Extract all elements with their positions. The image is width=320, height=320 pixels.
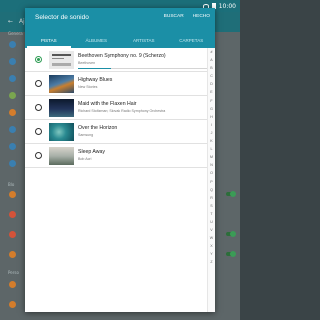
background-toggle [226,190,236,197]
track-item[interactable]: Maid with the Flaxen Hair Richard Stoltz… [25,96,207,120]
radio-selected-icon[interactable] [35,56,42,63]
back-arrow-icon: ← [8,18,14,25]
index-letter[interactable]: J [208,129,215,137]
index-letter[interactable]: Y [208,250,215,258]
done-button[interactable]: HECHO [193,14,210,19]
track-title: Maid with the Flaxen Hair [78,101,137,107]
tab-bar: PISTAS ÁLBUMES ARTISTAS CARPETAS [25,34,215,48]
track-list: Beethoven Symphony no. 9 (Scherzo) Beeth… [25,48,208,312]
status-time: 10:00 [218,2,236,10]
track-title: Beethoven Symphony no. 9 (Scherzo) [78,53,166,59]
dialog-title: Selector de sonido [35,14,89,21]
background-row-icon [9,109,16,116]
index-letter[interactable]: B [208,64,215,72]
background-section-header: Blo [8,182,15,187]
index-letter[interactable]: G [208,105,215,113]
index-letter[interactable]: D [208,80,215,88]
index-letter[interactable]: X [208,242,215,250]
index-letter[interactable]: Z [208,258,215,266]
index-letter[interactable]: H [208,113,215,121]
index-letter[interactable]: U [208,218,215,226]
index-letter[interactable]: T [208,210,215,218]
track-item[interactable]: Beethoven Symphony no. 9 (Scherzo) Beeth… [25,48,208,72]
index-letter[interactable]: C [208,72,215,80]
index-letter[interactable]: S [208,202,215,210]
track-artist: Bob Acri [78,157,92,161]
album-art-thumbnail [49,123,74,141]
album-art-thumbnail [49,75,74,93]
track-item[interactable]: Highway Blues New Stories [25,72,207,96]
background-row-icon [9,191,16,198]
background-row-icon [9,160,16,167]
index-letter[interactable]: N [208,161,215,169]
album-art-thumbnail [49,99,74,117]
playback-progress-bar [78,68,208,69]
index-letter[interactable]: K [208,137,215,145]
track-item[interactable]: Sleep Away Bob Acri [25,144,207,168]
background-row-icon [9,58,16,65]
background-toggle [226,230,236,237]
background-row-icon [9,75,16,82]
tab-albums[interactable]: ÁLBUMES [73,34,121,48]
dialog-actions: BUSCAR HECHO [164,14,210,19]
search-button[interactable]: BUSCAR [164,14,184,19]
album-art-thumbnail [49,147,74,165]
radio-unselected-icon[interactable] [35,152,42,159]
index-letter[interactable]: W [208,234,215,242]
background-toggle [226,250,236,257]
index-letter[interactable]: O [208,169,215,177]
index-letter[interactable]: P [208,178,215,186]
track-title: Over the Horizon [78,125,118,131]
tab-artists[interactable]: ARTISTAS [120,34,168,48]
background-row-icon [9,41,16,48]
background-row-icon [9,301,16,308]
alphabet-index-scroller[interactable]: # A B C D E F G H I J K L M N O P Q R S T U V W X Y Z [207,48,215,312]
sound-picker-dialog: Selector de sonido BUSCAR HECHO PISTAS Á… [25,8,215,312]
track-title: Highway Blues [78,77,113,83]
background-row-icon [9,143,16,150]
index-letter[interactable]: F [208,97,215,105]
background-row-icon [9,126,16,133]
index-letter[interactable]: V [208,226,215,234]
tab-folders[interactable]: CARPETAS [168,34,216,48]
album-art-thumbnail [49,51,74,69]
track-artist: Samsung [78,133,94,137]
track-artist: Beethoven [78,61,96,65]
dialog-header: Selector de sonido BUSCAR HECHO PISTAS Á… [25,8,215,48]
background-row-icon [9,231,16,238]
background-row-icon [9,281,16,288]
track-title: Sleep Away [78,149,106,155]
background-row-icon [9,251,16,258]
track-artist: Richard Stoltzman; Slovak Radio Symphony… [78,109,166,113]
index-letter[interactable]: I [208,121,215,129]
index-letter[interactable]: L [208,145,215,153]
track-artist: New Stories [78,85,98,89]
index-letter[interactable]: # [208,48,215,56]
radio-unselected-icon[interactable] [35,128,42,135]
index-letter[interactable]: M [208,153,215,161]
tab-tracks[interactable]: PISTAS [25,34,73,48]
playback-progress-fill [78,68,111,69]
radio-unselected-icon[interactable] [35,80,42,87]
background-row-icon [9,211,16,218]
track-item[interactable]: Over the Horizon Samsung [25,120,207,144]
index-letter[interactable]: Q [208,186,215,194]
index-letter[interactable]: E [208,88,215,96]
index-letter[interactable]: R [208,194,215,202]
background-row-icon [9,92,16,99]
background-section-header: Genera [8,31,23,36]
radio-unselected-icon[interactable] [35,104,42,111]
background-section-header: Perso [8,270,19,275]
index-letter[interactable]: A [208,56,215,64]
